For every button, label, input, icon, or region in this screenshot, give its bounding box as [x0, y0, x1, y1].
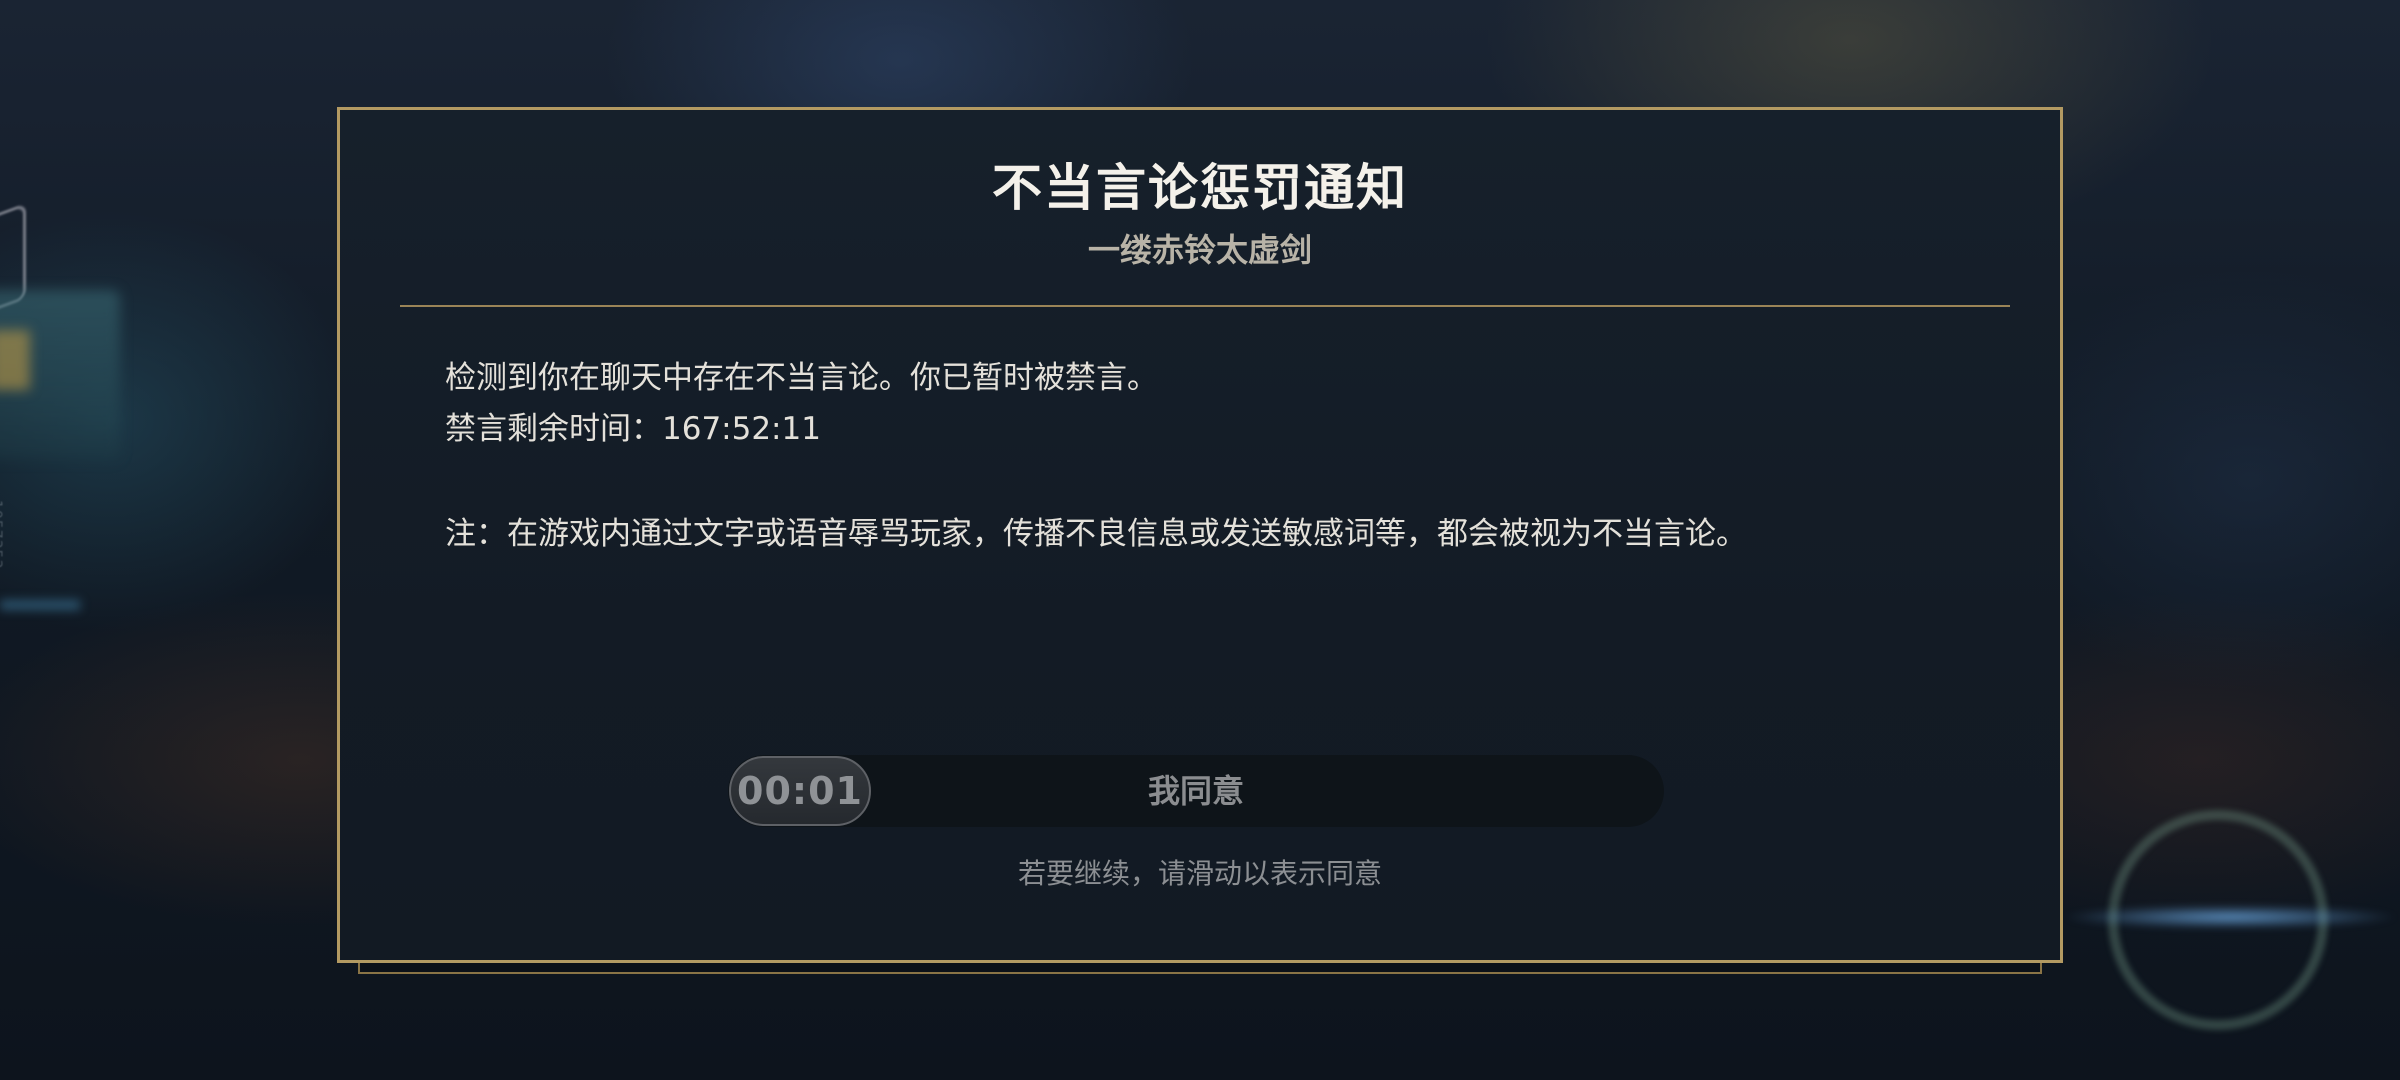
slide-to-agree-hint: 若要继续，请滑动以表示同意 — [1017, 857, 1382, 890]
penalty-notice-dialog: 不当言论惩罚通知 一缕赤铃太虚剑 检测到你在聊天中存在不当言论。你已暂时被禁言。… — [337, 107, 2063, 963]
dialog-subtitle: 一缕赤铃太虚剑 — [1087, 231, 1312, 269]
dialog-title: 不当言论惩罚通知 — [992, 159, 1408, 217]
mute-remaining-row: 禁言剩余时间：167:52:11 — [445, 403, 821, 448]
background-player-id: 1057353 — [0, 500, 4, 570]
title-divider — [400, 305, 2010, 307]
background-blurred-emblem — [0, 330, 30, 390]
agree-slider-handle[interactable]: 00:01 — [729, 756, 871, 826]
detection-message: 检测到你在聊天中存在不当言论。你已暂时被禁言。 — [445, 360, 1158, 396]
note-message: 注：在游戏内通过文字或语音辱骂玩家，传播不良信息或发送敏感词等，都会被视为不当言… — [445, 516, 1747, 552]
agree-slider-track[interactable]: 我同意 00:01 — [728, 755, 1664, 827]
mute-remaining-time: 167:52:11 — [662, 411, 821, 447]
mute-remaining-label: 禁言剩余时间： — [445, 411, 662, 447]
background-blue-glow — [2060, 905, 2400, 929]
game-screen: 1057353 不当言论惩罚通知 一缕赤铃太虚剑 检测到你在聊天中存在不当言论。… — [0, 0, 2400, 1080]
countdown-timer: 00:01 — [737, 769, 863, 813]
background-light-streak — [0, 600, 80, 610]
